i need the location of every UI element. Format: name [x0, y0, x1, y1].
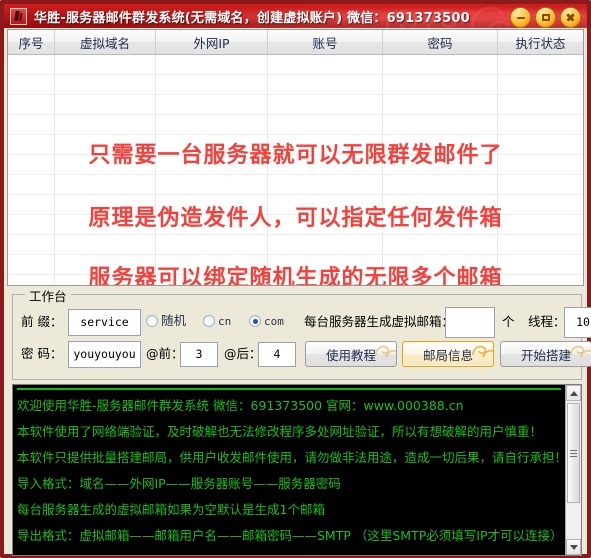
column-header-domain[interactable]: 虚拟域名 [55, 30, 156, 54]
log-console[interactable]: 欢迎使用华胜-服务器邮件群发系统 微信：691373500 官网：www.000… [12, 384, 582, 556]
at-after-label: @后： [224, 346, 262, 361]
column-header-index[interactable]: 序号 [8, 30, 55, 54]
grid-vline [155, 55, 156, 285]
log-line: 本软件只提供批量搭建邮局，供用户收发邮件使用，请勿做非法用途，造成一切后果，请自… [17, 450, 568, 465]
grid-vline [267, 55, 268, 285]
grid-hline [8, 194, 583, 195]
radio-dot-icon [203, 315, 215, 327]
scroll-down-icon [569, 544, 578, 550]
password-input[interactable]: youyouyou [68, 341, 141, 368]
table-body[interactable]: 只需要一台服务器就可以无限群发邮件了 原理是伪造发件人，可以指定任何发件箱 服务… [8, 55, 583, 286]
workbench-panel: 工作台 前 缀： service 随机 cn com 每台服务器生成虚拟邮箱： … [12, 286, 591, 380]
server-table[interactable]: 序号 虚拟域名 外网IP 账号 密码 执行状态 只需要一台服务器就可以无限群发邮… [7, 29, 584, 286]
scroll-up-button[interactable] [566, 385, 581, 401]
mailbox-count-label: 每台服务器生成虚拟邮箱： [304, 314, 455, 329]
at-before-label: @前： [146, 346, 184, 361]
title-bar[interactable]: 华胜-服务器邮件群发系统(无需域名，创建虚拟账户) 微信：691373500 [4, 4, 587, 28]
grid-hline [8, 234, 583, 235]
mailbox-unit-label: 个 [502, 314, 515, 329]
grid-hline [8, 134, 583, 135]
column-header-ip[interactable]: 外网IP [156, 30, 268, 54]
radio-dot-icon [249, 315, 261, 327]
grid-hline [8, 94, 583, 95]
column-header-password[interactable]: 密码 [383, 30, 498, 54]
table-header-row: 序号 虚拟域名 外网IP 账号 密码 执行状态 [8, 30, 583, 55]
maximize-icon [541, 14, 550, 21]
app-window: 华胜-服务器邮件群发系统(无需域名，创建虚拟账户) 微信：691373500 序… [0, 0, 591, 558]
at-before-input[interactable]: 3 [180, 342, 218, 367]
mailbox-count-input[interactable] [445, 307, 495, 338]
radio-random-label: 随机 [161, 313, 187, 328]
grid-hline [8, 114, 583, 115]
prefix-label: 前 缀： [21, 314, 63, 329]
log-line: 欢迎使用华胜-服务器邮件群发系统 微信：691373500 官网：www.000… [17, 398, 464, 413]
grid-hline [8, 74, 583, 75]
promo-banner-3: 服务器可以绑定随机生成的无限多个邮箱 [88, 266, 503, 286]
grid-vline [54, 55, 55, 285]
prefix-input[interactable]: service [68, 309, 141, 336]
log-line: 每台服务器生成的虚拟邮箱如果为空默认是生成1个邮箱 [17, 502, 325, 517]
promo-banner-1: 只需要一台服务器就可以无限群发邮件了 [88, 143, 503, 168]
radio-com-label: com [264, 314, 284, 328]
at-after-input[interactable]: 4 [258, 342, 296, 367]
radio-dot-icon [146, 315, 158, 328]
thread-label: 线程： [528, 314, 566, 329]
close-icon [566, 13, 575, 22]
log-scrollbar[interactable] [565, 385, 581, 555]
grid-hline [8, 254, 583, 255]
radio-com[interactable]: com [249, 315, 284, 327]
radio-random[interactable]: 随机 [146, 313, 187, 328]
thread-input[interactable]: 10 [564, 307, 591, 338]
log-line: 导入格式：域名——外网IP——服务器账号——服务器密码 [17, 476, 341, 491]
column-header-status[interactable]: 执行状态 [498, 30, 583, 54]
workbench-title: 工作台 [25, 286, 71, 305]
log-line: 导出格式：虚拟邮箱——邮箱用户名——邮箱密码——SMTP （这里SMTP必须填写… [17, 528, 563, 543]
minimize-button[interactable] [510, 7, 531, 28]
post-office-info-button-label: 邮局信息 [422, 347, 473, 363]
grid-hline [8, 174, 583, 175]
promo-banner-2: 原理是伪造发件人，可以指定任何发件箱 [88, 206, 503, 231]
scroll-down-button[interactable] [566, 539, 581, 555]
window-controls [510, 7, 581, 28]
tutorial-button[interactable]: 使用教程 [305, 341, 397, 367]
post-office-info-button[interactable]: 邮局信息 [402, 341, 494, 367]
window-title: 华胜-服务器邮件群发系统(无需域名，创建虚拟账户) 微信：691373500 [34, 10, 470, 26]
log-divider [17, 388, 561, 390]
log-console-text: 欢迎使用华胜-服务器邮件群发系统 微信：691373500 官网：www.000… [13, 385, 568, 555]
start-build-button-label: 开始搭建 [520, 347, 571, 363]
log-line: 本软件使用了网络端验证，及时破解也无法修改程序多处网址验证，所以有想破解的用户慎… [17, 424, 543, 439]
minimize-icon [516, 16, 525, 19]
grip-icon [570, 449, 577, 457]
column-header-account[interactable]: 账号 [268, 30, 383, 54]
workbench-row-1: 前 缀： service 随机 cn com 每台服务器生成虚拟邮箱： 个 线程… [13, 307, 591, 338]
scroll-up-icon [569, 390, 578, 396]
grid-vline [382, 55, 383, 285]
scroll-thumb[interactable] [567, 403, 580, 503]
grid-vline [497, 55, 498, 285]
maximize-button[interactable] [535, 7, 556, 28]
password-label: 密 码： [21, 346, 63, 361]
app-icon [10, 7, 27, 25]
tutorial-button-label: 使用教程 [325, 347, 376, 363]
radio-cn-label: cn [218, 314, 232, 328]
start-build-button[interactable]: 开始搭建 [500, 341, 591, 367]
workbench-row-2: 密 码： youyouyou @前： 3 @后： 4 使用教程 邮局信息 开始搭… [13, 341, 591, 371]
close-button[interactable] [560, 7, 581, 28]
radio-cn[interactable]: cn [203, 315, 231, 327]
